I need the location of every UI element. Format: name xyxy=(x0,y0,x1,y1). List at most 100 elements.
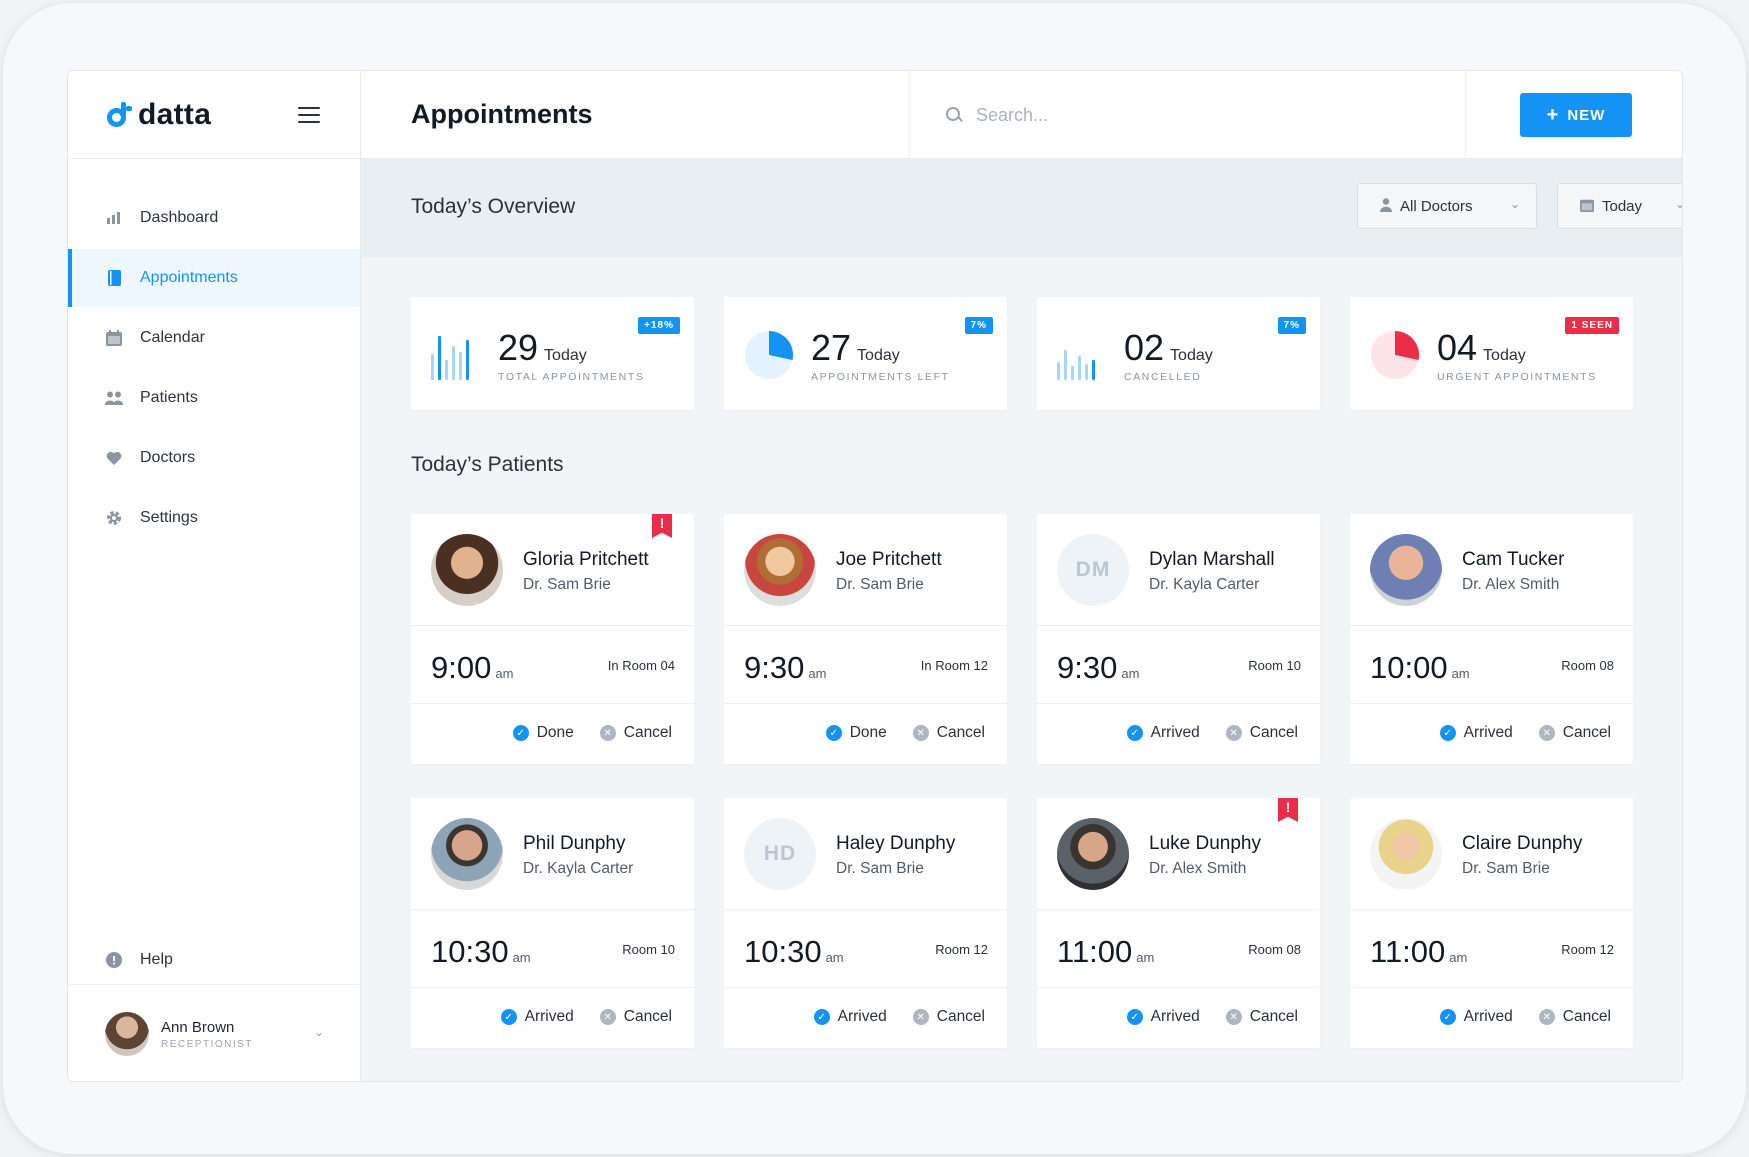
sidebar-item-patients[interactable]: Patients xyxy=(68,369,360,427)
book-icon xyxy=(105,269,123,287)
page-title: Appointments xyxy=(411,99,593,129)
sidebar-item-dashboard[interactable]: Dashboard xyxy=(68,189,360,247)
sidebar-item-calendar[interactable]: Calendar xyxy=(68,309,360,367)
appointment-time: 11:00 xyxy=(1057,934,1133,969)
sidebar-item-settings[interactable]: Settings xyxy=(68,489,360,547)
patient-card[interactable]: Phil Dunphy Dr. Kayla Carter 10:30 am Roo… xyxy=(411,798,694,1048)
arrived-button[interactable]: ✓ Arrived xyxy=(813,1008,887,1026)
cancel-button[interactable]: ✕ Cancel xyxy=(599,724,672,742)
cancel-label: Cancel xyxy=(936,1008,985,1025)
hamburger-menu-icon[interactable] xyxy=(298,107,320,123)
search-bar xyxy=(909,71,1466,159)
check-circle-icon: ✓ xyxy=(1439,1009,1456,1025)
patient-card[interactable]: Cam Tucker Dr. Alex Smith 10:00 am Room 0… xyxy=(1350,514,1633,764)
arrived-button[interactable]: ✓ Arrived xyxy=(1126,1008,1200,1026)
calendar-icon xyxy=(1580,198,1594,215)
check-circle-icon: ✓ xyxy=(512,725,529,741)
stat-suffix: Today xyxy=(544,347,587,364)
cancel-label: Cancel xyxy=(1562,1008,1611,1025)
chevron-down-icon[interactable]: ⌄ xyxy=(314,1025,324,1039)
room-label: Room 08 xyxy=(1248,942,1301,957)
status-label: Arrived xyxy=(1150,1008,1200,1025)
cancel-button[interactable]: ✕ Cancel xyxy=(1225,724,1298,742)
overview-title: Today’s Overview xyxy=(411,195,576,218)
status-label: Arrived xyxy=(1463,724,1513,741)
stat-value: 29 xyxy=(498,327,539,368)
pie-chart-icon xyxy=(1370,330,1420,380)
done-button[interactable]: ✓ Done xyxy=(825,724,887,742)
appointment-ampm: am xyxy=(512,950,531,965)
chevron-down-icon: ⌄ xyxy=(1509,197,1520,211)
cancel-button[interactable]: ✕ Cancel xyxy=(1538,1008,1611,1026)
cancel-button[interactable]: ✕ Cancel xyxy=(912,1008,985,1026)
patient-card[interactable]: Gloria Pritchett Dr. Sam Brie ! 9:00 am I… xyxy=(411,514,694,764)
sidebar-item-label: Doctors xyxy=(140,449,196,466)
close-circle-icon: ✕ xyxy=(912,725,929,741)
room-label: Room 12 xyxy=(935,942,988,957)
urgent-flag-icon: ! xyxy=(1278,798,1298,822)
top-bar: Appointments + NEW xyxy=(361,71,1682,159)
check-circle-icon: ✓ xyxy=(1126,725,1143,741)
arrived-button[interactable]: ✓ Arrived xyxy=(1439,1008,1513,1026)
check-circle-icon: ✓ xyxy=(813,1009,830,1025)
cancel-label: Cancel xyxy=(1249,1008,1298,1025)
doctor-filter-select[interactable]: All Doctors ⌄ xyxy=(1357,183,1537,229)
bar-chart-icon xyxy=(431,330,477,380)
stat-badge: +18% xyxy=(638,317,680,334)
check-circle-icon: ✓ xyxy=(500,1009,517,1025)
appointment-time: 9:30 xyxy=(744,650,805,685)
sidebar-item-label: Patients xyxy=(140,389,198,406)
appointment-time: 10:30 xyxy=(431,934,509,969)
info-icon xyxy=(105,951,123,969)
cancel-button[interactable]: ✕ Cancel xyxy=(599,1008,672,1026)
sidebar-item-label: Dashboard xyxy=(140,209,219,226)
patient-card[interactable]: Joe Pritchett Dr. Sam Brie 9:30 am In Roo… xyxy=(724,514,1007,764)
patient-doctor: Dr. Sam Brie xyxy=(836,860,924,877)
arrived-button[interactable]: ✓ Arrived xyxy=(500,1008,574,1026)
check-circle-icon: ✓ xyxy=(1439,725,1456,741)
cancel-button[interactable]: ✕ Cancel xyxy=(1225,1008,1298,1026)
patient-name: Luke Dunphy xyxy=(1149,833,1261,854)
stat-label: APPOINTMENTS LEFT xyxy=(811,371,950,383)
arrived-button[interactable]: ✓ Arrived xyxy=(1126,724,1200,742)
stat-card-left: 27 Today APPOINTMENTS LEFT 7% xyxy=(724,297,1007,410)
gear-icon xyxy=(105,509,123,527)
avatar xyxy=(431,534,503,606)
user-profile[interactable]: Ann Brown RECEPTIONIST ⌄ xyxy=(68,984,360,1081)
done-button[interactable]: ✓ Done xyxy=(512,724,574,742)
cancel-label: Cancel xyxy=(1562,724,1611,741)
arrived-button[interactable]: ✓ Arrived xyxy=(1439,724,1513,742)
sidebar-item-label: Appointments xyxy=(140,269,238,286)
new-button-label: NEW xyxy=(1567,106,1606,124)
new-appointment-button[interactable]: + NEW xyxy=(1520,93,1632,137)
patient-card[interactable]: Luke Dunphy Dr. Alex Smith ! 11:00 am Roo… xyxy=(1037,798,1320,1048)
appointment-ampm: am xyxy=(495,666,514,681)
patient-name: Haley Dunphy xyxy=(836,833,956,854)
sidebar-item-doctors[interactable]: Doctors xyxy=(68,429,360,487)
sidebar-item-appointments[interactable]: Appointments xyxy=(68,249,360,307)
brand: datta xyxy=(68,71,360,159)
avatar: DM xyxy=(1057,534,1129,606)
stat-value: 04 xyxy=(1437,327,1478,368)
sidebar-item-label: Settings xyxy=(140,509,198,526)
profile-name: Ann Brown xyxy=(161,1018,235,1036)
close-circle-icon: ✕ xyxy=(599,1009,616,1025)
search-input[interactable] xyxy=(976,104,1376,126)
appointment-time: 11:00 xyxy=(1370,934,1446,969)
cancel-button[interactable]: ✕ Cancel xyxy=(1538,724,1611,742)
patient-card[interactable]: HD Haley Dunphy Dr. Sam Brie 10:30 am Roo… xyxy=(724,798,1007,1048)
appointment-time: 9:30 xyxy=(1057,650,1118,685)
appointment-time: 9:00 xyxy=(431,650,492,685)
chevron-down-icon: ⌄ xyxy=(1675,197,1682,211)
close-circle-icon: ✕ xyxy=(1225,725,1242,741)
cancel-button[interactable]: ✕ Cancel xyxy=(912,724,985,742)
date-filter-select[interactable]: Today ⌄ xyxy=(1557,183,1682,229)
app-window: datta Dashboard Appointments Calendar Pa… xyxy=(67,70,1683,1082)
patient-doctor: Dr. Kayla Carter xyxy=(523,860,634,877)
patient-card[interactable]: Claire Dunphy Dr. Sam Brie 11:00 am Room … xyxy=(1350,798,1633,1048)
avatar: HD xyxy=(744,818,816,890)
users-icon xyxy=(105,389,123,407)
stat-card-urgent: 04 Today URGENT APPOINTMENTS 1 SEEN xyxy=(1350,297,1633,410)
patient-card[interactable]: DM Dylan Marshall Dr. Kayla Carter 9:30 a… xyxy=(1037,514,1320,764)
sidebar-item-help[interactable]: Help xyxy=(68,931,360,989)
